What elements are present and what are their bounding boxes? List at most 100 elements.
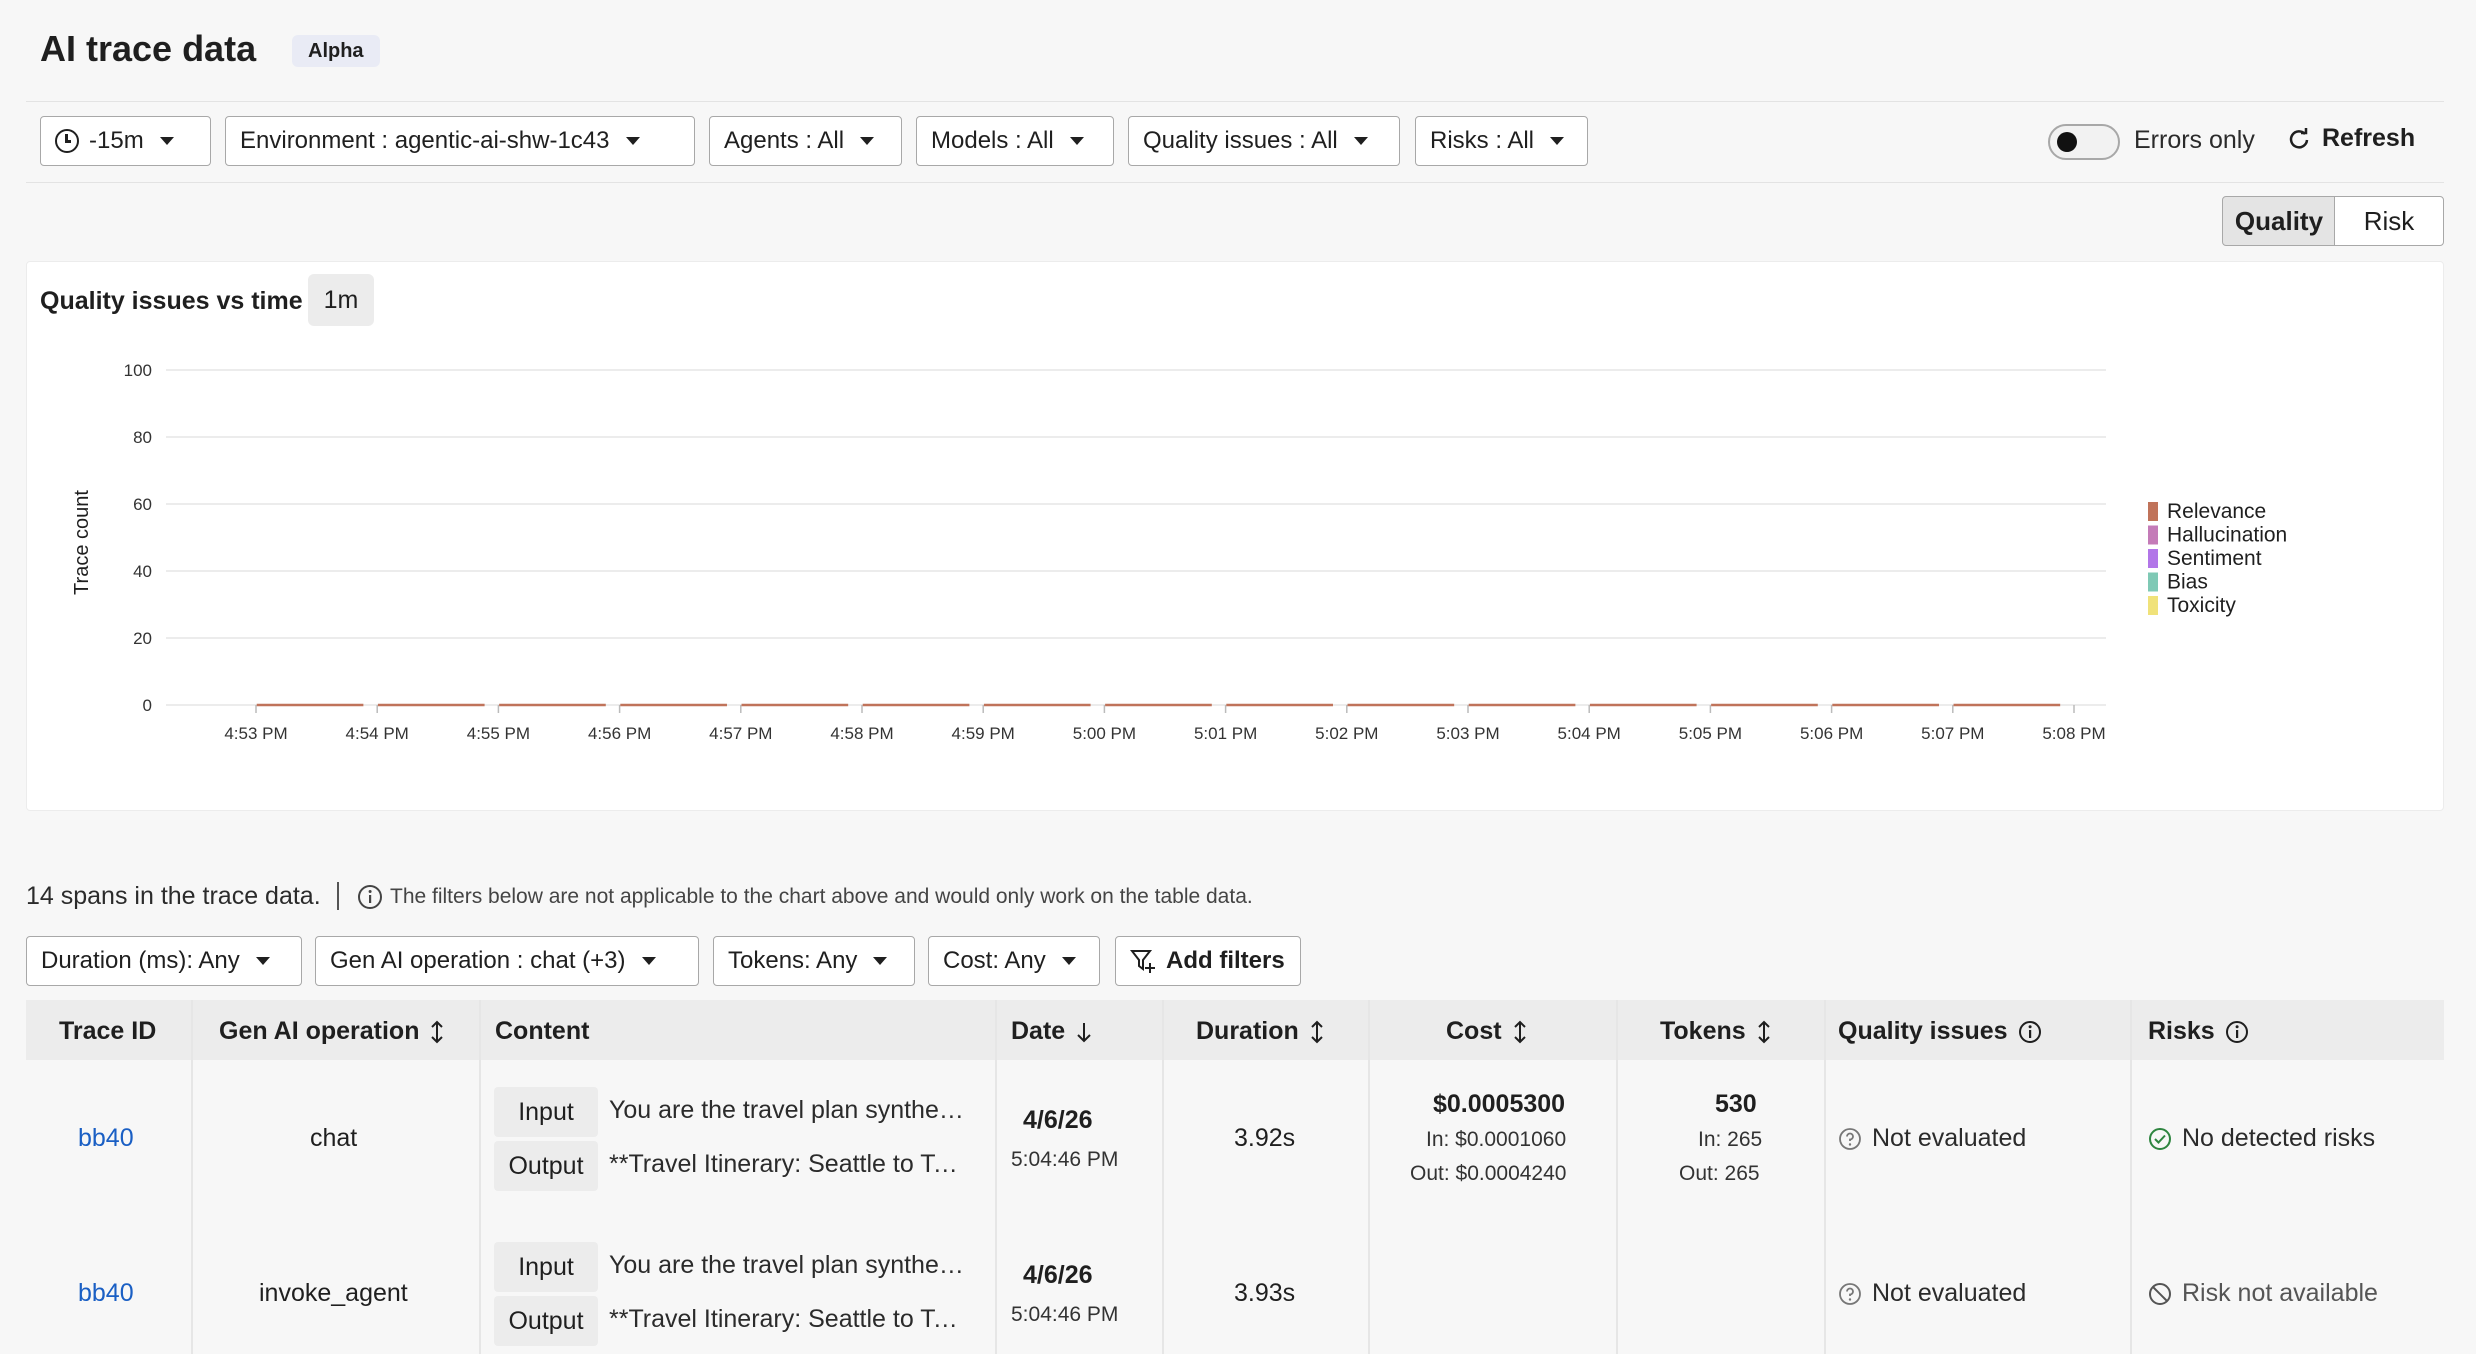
cost-in: In: $0.0001060 bbox=[1426, 1128, 1567, 1151]
help-circle-icon bbox=[1839, 1127, 1861, 1150]
column-header-trace-id[interactable]: Trace ID bbox=[59, 1017, 156, 1046]
risk-status: No detected risks bbox=[2148, 1124, 2375, 1153]
y-tick-label: 80 bbox=[133, 428, 152, 447]
risk-view-button[interactable]: Risk bbox=[2334, 196, 2444, 246]
caret-down-icon bbox=[1550, 137, 1565, 145]
sort-descending-icon bbox=[1077, 1022, 1091, 1042]
errors-only-toggle[interactable] bbox=[2048, 124, 2120, 160]
trace-id-link[interactable]: bb40 bbox=[78, 1124, 134, 1153]
agents-filter[interactable]: Agents : All bbox=[709, 116, 902, 166]
legend-swatch bbox=[2148, 572, 2158, 592]
span-count: 14 spans in the trace data. bbox=[26, 882, 321, 910]
models-filter[interactable]: Models : All bbox=[916, 116, 1114, 166]
x-tick-label: 5:00 PM bbox=[1073, 724, 1136, 743]
x-tick-label: 5:07 PM bbox=[1921, 724, 1984, 743]
x-tick-label: 4:59 PM bbox=[952, 724, 1015, 743]
sort-icon bbox=[1311, 1020, 1323, 1043]
divider bbox=[337, 882, 339, 910]
cost-filter[interactable]: Cost: Any bbox=[928, 936, 1100, 986]
column-header-cost[interactable]: Cost bbox=[1446, 1017, 1528, 1046]
info-icon bbox=[358, 885, 382, 909]
column-header-quality-issues: Quality issues bbox=[1838, 1017, 2042, 1046]
legend-swatch bbox=[2148, 525, 2158, 545]
quality-issues-filter[interactable]: Quality issues : All bbox=[1128, 116, 1400, 166]
duration-filter[interactable]: Duration (ms): Any bbox=[26, 936, 302, 986]
column-divider bbox=[191, 1000, 193, 1354]
x-tick-label: 5:04 PM bbox=[1558, 724, 1621, 743]
legend-label: Relevance bbox=[2167, 500, 2266, 523]
environment-filter[interactable]: Environment : agentic-ai-shw-1c43 bbox=[225, 116, 695, 166]
column-divider bbox=[1162, 1000, 1164, 1354]
add-filters-button[interactable]: Add filters bbox=[1115, 936, 1301, 986]
column-divider bbox=[1616, 1000, 1618, 1354]
x-tick-label: 5:01 PM bbox=[1194, 724, 1257, 743]
column-header-date[interactable]: Date bbox=[1011, 1017, 1093, 1046]
column-divider bbox=[1368, 1000, 1370, 1354]
cost-total: $0.0005300 bbox=[1433, 1090, 1566, 1118]
time-range-filter[interactable]: -15m bbox=[40, 116, 211, 166]
date-cell: 4/6/26 bbox=[1023, 1106, 1093, 1134]
duration-cell: 3.93s bbox=[1234, 1279, 1296, 1307]
caret-down-icon bbox=[1353, 137, 1368, 145]
time-cell: 5:04:46 PM bbox=[1011, 1148, 1119, 1171]
x-tick-label: 5:06 PM bbox=[1800, 724, 1863, 743]
cost-out: Out: $0.0004240 bbox=[1410, 1162, 1567, 1185]
column-header-risks: Risks bbox=[2148, 1017, 2249, 1046]
x-tick-label: 4:57 PM bbox=[709, 724, 772, 743]
x-tick-label: 5:03 PM bbox=[1436, 724, 1499, 743]
legend-swatch bbox=[2148, 549, 2158, 568]
operation-cell: invoke_agent bbox=[259, 1279, 408, 1307]
alpha-badge: Alpha bbox=[292, 35, 380, 67]
risk-status: Risk not available bbox=[2148, 1279, 2378, 1308]
caret-down-icon bbox=[625, 137, 640, 145]
column-header-tokens[interactable]: Tokens bbox=[1660, 1017, 1772, 1046]
legend-label: Toxicity bbox=[2167, 594, 2236, 617]
tokens-total: 530 bbox=[1715, 1090, 1757, 1118]
input-label-chip: Input bbox=[494, 1242, 598, 1292]
refresh-button[interactable]: Refresh bbox=[2288, 124, 2415, 153]
toggle-knob bbox=[2057, 132, 2077, 152]
input-label-chip: Input bbox=[494, 1087, 598, 1137]
quality-status: Not evaluated bbox=[1838, 1124, 2026, 1153]
caret-down-icon bbox=[641, 957, 656, 965]
caret-down-icon bbox=[1069, 137, 1084, 145]
legend-swatch bbox=[2148, 502, 2158, 521]
chart-title: Quality issues vs time bbox=[40, 287, 303, 315]
interval-selector[interactable]: 1m bbox=[308, 274, 374, 326]
errors-only-label: Errors only bbox=[2134, 126, 2255, 154]
caret-down-icon bbox=[159, 137, 174, 145]
divider bbox=[26, 101, 2444, 102]
y-tick-label: 40 bbox=[133, 562, 152, 581]
input-content[interactable]: You are the travel plan synthesizer bbox=[609, 1251, 969, 1280]
column-header-gen-ai-operation[interactable]: Gen AI operation bbox=[219, 1017, 445, 1046]
sort-icon bbox=[1757, 1020, 1770, 1043]
filter-add-icon bbox=[1130, 950, 1155, 973]
quality-status: Not evaluated bbox=[1838, 1279, 2026, 1308]
input-content[interactable]: You are the travel plan synthesizer bbox=[609, 1096, 969, 1125]
info-icon[interactable] bbox=[2225, 1020, 2249, 1044]
column-header-content: Content bbox=[495, 1017, 590, 1045]
trace-id-link[interactable]: bb40 bbox=[78, 1279, 134, 1308]
output-label-chip: Output bbox=[494, 1296, 598, 1346]
caret-down-icon bbox=[255, 957, 270, 965]
x-tick-label: 4:58 PM bbox=[830, 724, 893, 743]
x-tick-label: 4:53 PM bbox=[224, 724, 287, 743]
y-tick-label: 60 bbox=[133, 495, 152, 514]
x-tick-label: 4:55 PM bbox=[467, 724, 530, 743]
quality-issues-chart: 0 20 40 60 80 100 Trace count 4:53 PM 4:54 PM 4:5… bbox=[71, 361, 2287, 743]
caret-down-icon bbox=[873, 957, 888, 965]
column-header-duration[interactable]: Duration bbox=[1196, 1017, 1325, 1046]
quality-view-button[interactable]: Quality bbox=[2222, 196, 2336, 246]
x-tick-label: 4:56 PM bbox=[588, 724, 651, 743]
legend-label: Hallucination bbox=[2167, 524, 2287, 547]
output-content[interactable]: **Travel Itinerary: Seattle to Tokyo** bbox=[609, 1305, 969, 1334]
risks-filter[interactable]: Risks : All bbox=[1415, 116, 1588, 166]
info-icon[interactable] bbox=[2018, 1020, 2042, 1044]
y-axis-label: Trace count bbox=[71, 490, 93, 595]
legend-label: Sentiment bbox=[2167, 547, 2262, 570]
output-content[interactable]: **Travel Itinerary: Seattle to Tokyo** bbox=[609, 1150, 969, 1179]
block-icon bbox=[2149, 1282, 2171, 1305]
gen-ai-operation-filter[interactable]: Gen AI operation : chat (+3) bbox=[315, 936, 699, 986]
tokens-filter[interactable]: Tokens: Any bbox=[713, 936, 915, 986]
column-divider bbox=[479, 1000, 481, 1354]
